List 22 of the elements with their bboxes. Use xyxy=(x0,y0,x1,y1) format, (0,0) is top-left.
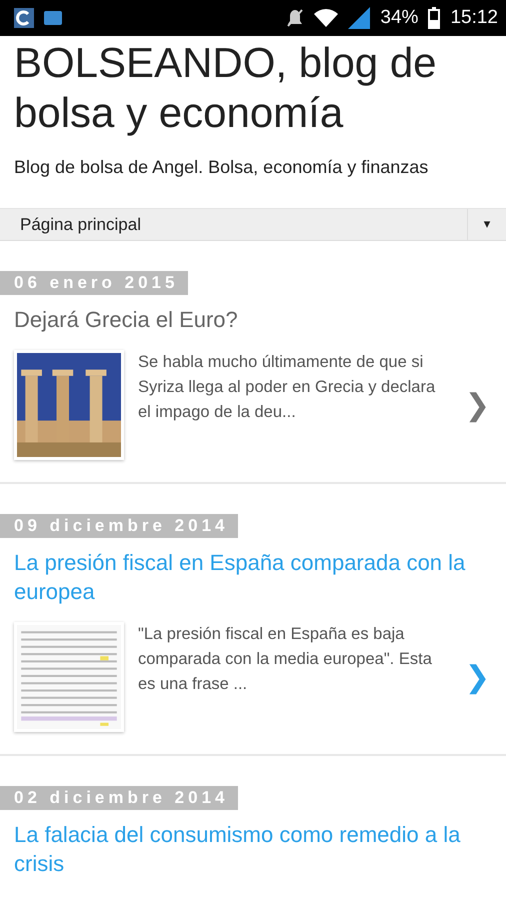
post-date: 02 diciembre 2014 xyxy=(0,786,238,810)
blog-description: Blog de bolsa de Angel. Bolsa, economía y finanzas xyxy=(14,156,430,179)
chevron-link[interactable]: ❯ xyxy=(462,660,492,694)
signal-icon xyxy=(348,7,370,29)
post-title[interactable]: La falacia del consumismo como remedio a la crisis xyxy=(14,820,492,878)
post-date: 06 enero 2015 xyxy=(0,271,188,295)
battery-percent: 34% xyxy=(380,7,418,29)
post-excerpt: "La presión fiscal en España es baja comparada con la media europea". Esta es una frase ... xyxy=(138,624,433,695)
dropdown-value: Página principal xyxy=(19,214,142,236)
page-dropdown[interactable]: Página principal ▾ xyxy=(0,208,506,241)
battery-icon xyxy=(428,7,440,29)
wifi-icon xyxy=(314,8,338,28)
post-excerpt: Se habla mucho últimamente de que si Syriza llega al poder en Grecia y declara el impago de la deu... xyxy=(138,352,436,423)
post-title[interactable]: La presión fiscal en España comparada con la europea xyxy=(14,548,492,606)
app-icon xyxy=(14,8,34,28)
screen-icon xyxy=(44,11,62,25)
post-date: 09 diciembre 2014 xyxy=(0,514,238,538)
chevron-link[interactable]: ❯ xyxy=(462,388,492,422)
post-title[interactable]: Dejará Grecia el Euro? xyxy=(14,305,492,334)
mute-icon xyxy=(286,8,304,28)
blog-title: BOLSEANDO, blog de bolsa y economía xyxy=(13,38,438,138)
clock-time: 15:12 xyxy=(450,7,498,29)
